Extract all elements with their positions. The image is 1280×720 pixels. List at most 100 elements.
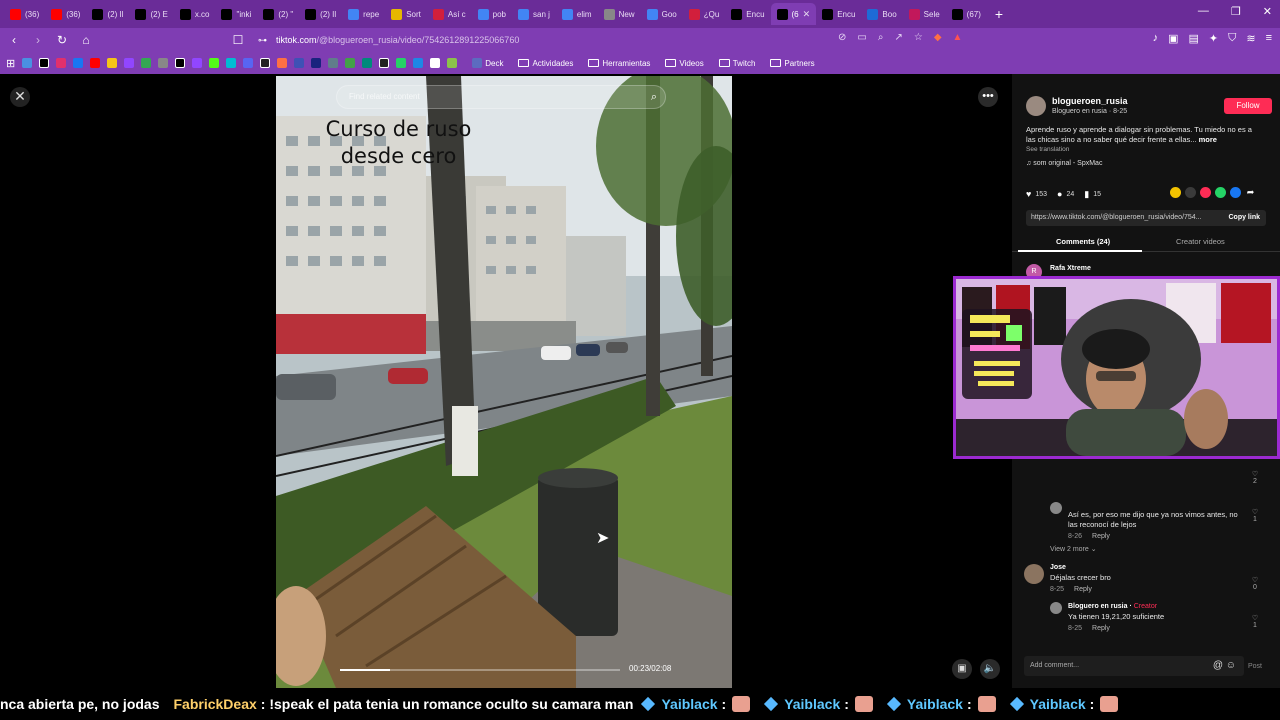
browser-tab[interactable]: (6 ✕ bbox=[770, 3, 817, 25]
browser-tab[interactable]: x.co bbox=[174, 3, 216, 25]
menu-icon[interactable]: ≡ bbox=[1266, 32, 1272, 45]
browser-tab[interactable]: Sort bbox=[385, 3, 427, 25]
bookmark-deck[interactable]: Deck bbox=[472, 58, 503, 68]
emoji-icon[interactable]: ☺ bbox=[1226, 660, 1236, 671]
browser-tab[interactable]: (36) bbox=[45, 3, 86, 25]
close-icon[interactable]: ✕ bbox=[10, 87, 30, 107]
instagram-bookmark-icon[interactable] bbox=[56, 58, 67, 68]
tiktok-bookmark-icon[interactable] bbox=[39, 58, 50, 68]
tab-comments[interactable]: Comments (24) bbox=[1056, 237, 1110, 246]
share-icon[interactable]: ↗ bbox=[894, 32, 902, 43]
like-button[interactable]: ♥ 153 bbox=[1026, 189, 1047, 199]
bookmark-icon-24[interactable] bbox=[413, 58, 424, 68]
mention-icon[interactable]: @ bbox=[1213, 660, 1223, 671]
reply-button[interactable]: Reply bbox=[1074, 586, 1092, 593]
browser-tab[interactable]: Encu bbox=[725, 3, 770, 25]
more-link[interactable]: more bbox=[1199, 135, 1217, 144]
post-comment-button[interactable]: Post bbox=[1248, 663, 1262, 670]
share-more-icon[interactable]: ➦ bbox=[1245, 187, 1256, 198]
new-tab-icon[interactable]: + bbox=[987, 6, 1011, 22]
no-sound-icon[interactable]: ⊘ bbox=[838, 32, 846, 43]
bookmark-icon-19[interactable] bbox=[328, 58, 339, 68]
comment-button[interactable]: ● 24 bbox=[1057, 189, 1074, 199]
browser-tab[interactable]: Goo bbox=[641, 3, 683, 25]
reply-avatar[interactable] bbox=[1050, 602, 1062, 614]
star-icon[interactable]: ☆ bbox=[914, 32, 923, 43]
view-more-replies[interactable]: View 2 more ⌄ bbox=[1050, 545, 1097, 553]
embed-icon[interactable] bbox=[1185, 187, 1196, 198]
forward-icon[interactable]: › bbox=[30, 33, 46, 47]
bookmark-icon-14[interactable] bbox=[243, 58, 254, 68]
save-button[interactable]: ▮ 15 bbox=[1084, 189, 1101, 200]
bookmark-icon-21[interactable] bbox=[362, 58, 373, 68]
browser-tab[interactable]: (2) Il bbox=[299, 3, 342, 25]
bookmark-icon-15[interactable] bbox=[260, 58, 271, 68]
reload-icon[interactable]: ↻ bbox=[54, 33, 70, 47]
reply-button[interactable]: Reply bbox=[1092, 625, 1110, 632]
bookmark-folder-partners[interactable]: Partners bbox=[770, 59, 815, 68]
twitch-bookmark-icon[interactable] bbox=[192, 58, 203, 68]
browser-tab[interactable]: repe bbox=[342, 3, 385, 25]
browser-tab[interactable]: elim bbox=[556, 3, 598, 25]
minimize-icon[interactable]: — bbox=[1198, 5, 1209, 18]
ext-icon[interactable]: ▣ bbox=[1168, 32, 1178, 45]
browser-tab[interactable]: Boo bbox=[861, 3, 902, 25]
shield-icon[interactable]: ⛉ bbox=[1228, 32, 1236, 45]
back-icon[interactable]: ‹ bbox=[6, 33, 22, 47]
whatsapp-bookmark-icon[interactable] bbox=[396, 58, 407, 68]
x-bookmark-icon[interactable] bbox=[175, 58, 186, 68]
bookmark-icon-7[interactable] bbox=[124, 58, 135, 68]
comment-like[interactable]: ♡ 0 bbox=[1248, 576, 1262, 591]
whatsapp-icon[interactable] bbox=[1215, 187, 1226, 198]
browser-tab[interactable]: Sele bbox=[903, 3, 946, 25]
site-info-icon[interactable]: ⊶ bbox=[258, 32, 267, 48]
brave-shield-icon[interactable]: ◆ bbox=[934, 32, 942, 43]
sound-link[interactable]: ♫ som original - SpxMac bbox=[1026, 160, 1102, 167]
bookmark-icon-18[interactable] bbox=[311, 58, 322, 68]
puzzle-icon[interactable]: ✦ bbox=[1209, 32, 1218, 45]
comment-avatar[interactable] bbox=[1024, 564, 1044, 584]
apps-grid-icon[interactable]: ⊞ bbox=[6, 57, 15, 70]
kick-bookmark-icon[interactable] bbox=[209, 58, 220, 68]
bookmark-icon-25[interactable] bbox=[430, 58, 441, 68]
video-player[interactable]: Find related content ⌕ Curso de ruso des… bbox=[276, 76, 732, 688]
audio-ext-icon[interactable]: ♪ bbox=[1153, 32, 1159, 45]
bookmark-icon-13[interactable] bbox=[226, 58, 237, 68]
browser-tab[interactable]: ¿Qu bbox=[683, 3, 726, 25]
browser-tab[interactable]: Así c bbox=[427, 3, 472, 25]
add-comment-input[interactable]: Add comment... @ ☺ bbox=[1024, 656, 1244, 676]
bookmark-icon-22[interactable] bbox=[379, 58, 390, 68]
browser-tab[interactable]: Encu bbox=[816, 3, 861, 25]
bookmark-icon-26[interactable] bbox=[447, 58, 458, 68]
bookmark-folder-herramientas[interactable]: Herramientas bbox=[588, 59, 650, 68]
home-icon[interactable]: ⌂ bbox=[78, 33, 94, 47]
bookmark-folder-actividades[interactable]: Actividades bbox=[518, 59, 573, 68]
comment-author[interactable]: Bloguero en rusia bbox=[1068, 603, 1128, 610]
tab-creator-videos[interactable]: Creator videos bbox=[1176, 237, 1225, 246]
close-tab-icon[interactable]: ✕ bbox=[803, 9, 811, 20]
follow-button[interactable]: Follow bbox=[1224, 98, 1272, 114]
comment-author[interactable]: Rafa Xtreme bbox=[1050, 265, 1091, 272]
youtube-bookmark-icon[interactable] bbox=[90, 58, 101, 68]
see-translation-link[interactable]: See translation bbox=[1026, 146, 1069, 153]
bookmark-icon-6[interactable] bbox=[107, 58, 118, 68]
bookmark-icon-16[interactable] bbox=[277, 58, 288, 68]
pip-icon[interactable]: ▣ bbox=[952, 659, 972, 679]
author-handle[interactable]: blogueroen_rusia bbox=[1052, 96, 1128, 106]
author-avatar[interactable] bbox=[1026, 96, 1046, 116]
volume-icon[interactable]: 🔈 bbox=[980, 659, 1000, 679]
bookmark-folder-twitch[interactable]: Twitch bbox=[718, 59, 755, 68]
more-options-icon[interactable]: ••• bbox=[978, 87, 998, 107]
zoom-icon[interactable]: ⌕ bbox=[878, 32, 884, 43]
browser-tab[interactable]: (2) Il bbox=[86, 3, 129, 25]
bookmark-icon-17[interactable] bbox=[294, 58, 305, 68]
rewards-icon[interactable]: ▲ bbox=[953, 32, 963, 43]
browser-tab[interactable]: (2) E bbox=[129, 3, 173, 25]
ext2-icon[interactable]: ▤ bbox=[1188, 32, 1198, 45]
bookmark-icon-1[interactable] bbox=[22, 58, 33, 68]
bookmark-icon-8[interactable] bbox=[141, 58, 152, 68]
reply-avatar[interactable] bbox=[1050, 502, 1062, 514]
facebook-icon[interactable] bbox=[1230, 187, 1241, 198]
browser-tab[interactable]: (67) bbox=[946, 3, 987, 25]
reply-button[interactable]: Reply bbox=[1092, 533, 1110, 540]
